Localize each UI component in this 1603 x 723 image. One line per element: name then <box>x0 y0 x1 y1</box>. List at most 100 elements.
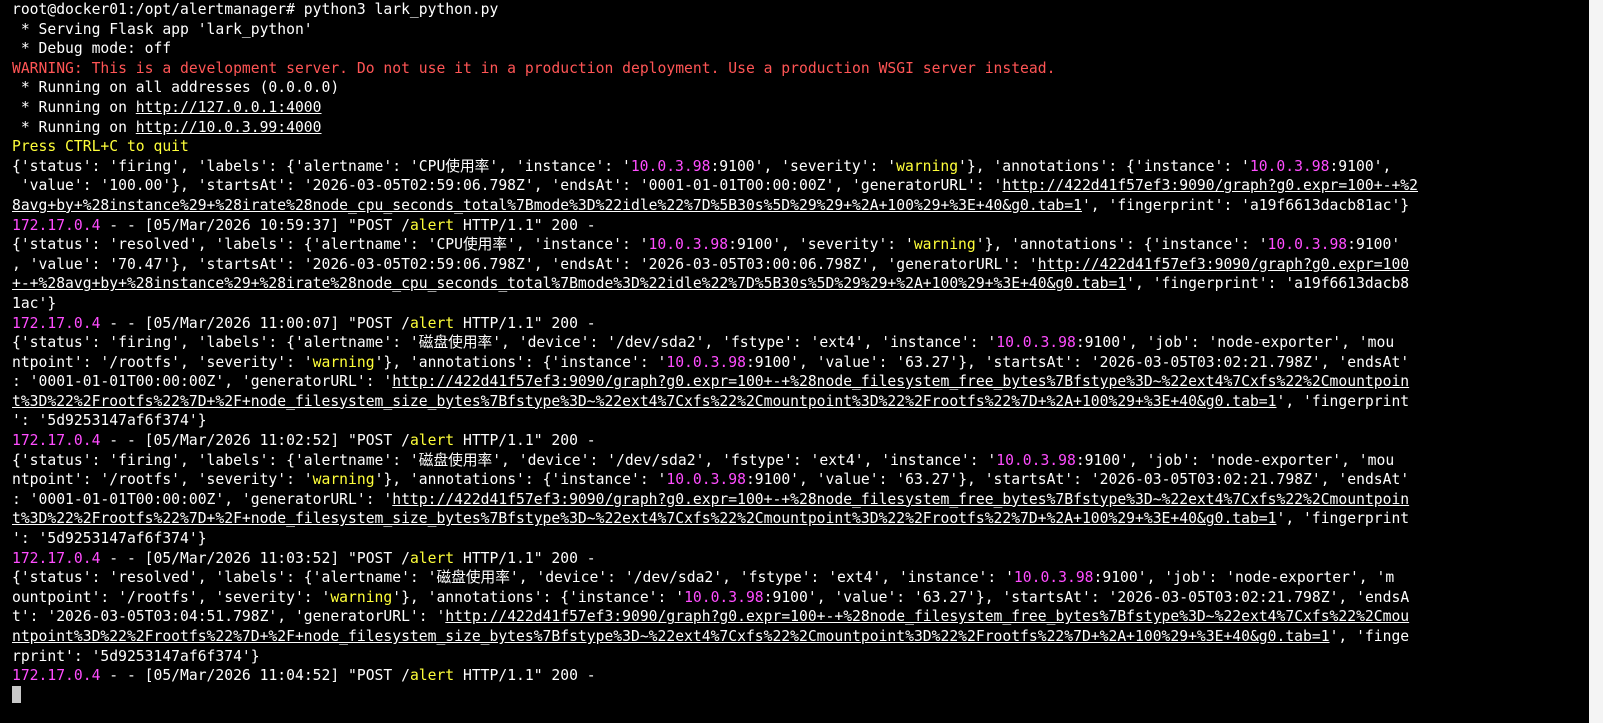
terminal-text: 10.0.3.98 <box>996 451 1076 469</box>
terminal-text: ntpoint': '/rootfs', 'severity': ' <box>12 353 313 371</box>
terminal-text: :9100', 'severity': ' <box>710 157 897 175</box>
terminal-text: HTTP/1.1" 200 - <box>454 549 596 567</box>
terminal-line: 172.17.0.4 - - [05/Mar/2026 11:04:52] "P… <box>12 666 1589 686</box>
terminal-text: HTTP/1.1" 200 - <box>454 432 596 450</box>
terminal-text: 172.17.0.4 <box>12 314 101 332</box>
terminal-link[interactable]: t%3D%22%2Frootfs%22%7D+%2F+node_filesyst… <box>12 393 1277 410</box>
terminal-text: ': '5d9253147af6f374'} <box>12 412 207 430</box>
terminal-text: Press CTRL+C to quit <box>12 138 189 156</box>
terminal-text: '}, 'annotations': {'instance': ' <box>975 236 1268 254</box>
terminal-text: - - [05/Mar/2026 11:03:52] "POST / <box>100 549 410 567</box>
terminal-text: alert <box>409 216 455 234</box>
terminal-link[interactable]: +-+%28avg+by+%28instance%29+%28irate%28n… <box>12 275 1126 292</box>
terminal-text: warning <box>330 588 393 606</box>
terminal-text: {'status': 'firing', 'labels': {'alertna… <box>12 451 997 469</box>
terminal-link[interactable]: http://422d41f57ef3:9090/graph?g0.expr=1… <box>445 608 1409 625</box>
terminal-text: warning <box>913 236 976 254</box>
terminal-text: 10.0.3.98 <box>630 157 711 175</box>
terminal-line: t%3D%22%2Frootfs%22%7D+%2F+node_filesyst… <box>12 392 1589 412</box>
terminal-text: ', 'fingerprint <box>1276 392 1410 410</box>
terminal-line: , 'value': '70.47'}, 'startsAt': '2026-0… <box>12 255 1589 275</box>
terminal-text: HTTP/1.1" 200 - <box>454 216 596 234</box>
terminal-line: * Running on all addresses (0.0.0.0) <box>12 78 1589 98</box>
terminal-line: WARNING: This is a development server. D… <box>12 59 1589 79</box>
terminal-text: * Debug mode: off <box>12 40 172 58</box>
terminal-window[interactable]: root@docker01:/opt/alertmanager# python3… <box>0 0 1603 723</box>
terminal-link[interactable]: t%3D%22%2Frootfs%22%7D+%2F+node_filesyst… <box>12 510 1277 527</box>
terminal-prompt-line[interactable] <box>12 685 1589 706</box>
terminal-text: :9100', 'value': '63.27'}, 'startsAt': '… <box>745 353 1410 371</box>
terminal-text: {'status': 'resolved', 'labels': {'alert… <box>12 236 649 254</box>
terminal-line: 172.17.0.4 - - [05/Mar/2026 11:03:52] "P… <box>12 549 1589 569</box>
terminal-text: :9100', 'value': '63.27'}, 'startsAt': '… <box>763 588 1410 606</box>
terminal-line: rprint': '5d9253147af6f374'} <box>12 647 1589 667</box>
terminal-text: :9100', <box>1329 157 1392 175</box>
terminal-line: ': '5d9253147af6f374'} <box>12 529 1589 549</box>
terminal-text: rprint': '5d9253147af6f374'} <box>12 647 260 665</box>
terminal-text: 10.0.3.98 <box>648 236 729 254</box>
terminal-line: t': '2026-03-05T03:04:51.798Z', 'generat… <box>12 607 1589 627</box>
terminal-text: warning <box>896 157 959 175</box>
terminal-text: - - [05/Mar/2026 11:00:07] "POST / <box>100 314 410 332</box>
terminal-line: {'status': 'resolved', 'labels': {'alert… <box>12 235 1589 255</box>
terminal-line: 8avg+by+%28instance%29+%28irate%28node_c… <box>12 196 1589 216</box>
terminal-line: t%3D%22%2Frootfs%22%7D+%2F+node_filesyst… <box>12 509 1589 529</box>
terminal-line: root@docker01:/opt/alertmanager# python3… <box>12 0 1589 20</box>
terminal-text: - - [05/Mar/2026 10:59:37] "POST / <box>100 216 410 234</box>
terminal-line: * Running on http://10.0.3.99:4000 <box>12 118 1589 138</box>
terminal-text: , 'value': '70.47'}, 'startsAt': '2026-0… <box>12 255 1038 273</box>
terminal-text: ntpoint': '/rootfs', 'severity': ' <box>12 471 313 489</box>
terminal-text: 1ac'} <box>12 294 57 312</box>
terminal-text: * Running on <box>12 98 136 116</box>
terminal-text: ': '5d9253147af6f374'} <box>12 530 207 548</box>
text-cursor <box>12 685 21 703</box>
terminal-link[interactable]: http://422d41f57ef3:9090/graph?g0.expr=1… <box>1002 177 1418 194</box>
terminal-text: alert <box>409 314 455 332</box>
terminal-line: ': '5d9253147af6f374'} <box>12 411 1589 431</box>
terminal-link[interactable]: http://422d41f57ef3:9090/graph?g0.expr=1… <box>392 373 1409 390</box>
terminal-text: :9100', 'job': 'node-exporter', 'm <box>1093 569 1395 587</box>
terminal-line: +-+%28avg+by+%28instance%29+%28irate%28n… <box>12 274 1589 294</box>
terminal-line: : '0001-01-01T00:00:00Z', 'generatorURL'… <box>12 372 1589 392</box>
terminal-text: '}, 'annotations': {'instance': ' <box>374 471 667 489</box>
terminal-text: 172.17.0.4 <box>12 549 101 567</box>
terminal-link[interactable]: http://422d41f57ef3:9090/graph?g0.expr=1… <box>1038 256 1409 273</box>
terminal-line: {'status': 'firing', 'labels': {'alertna… <box>12 333 1589 353</box>
terminal-text: :9100', 'job': 'node-exporter', 'mou <box>1075 334 1395 352</box>
terminal-text: :9100' <box>1347 236 1401 254</box>
terminal-link[interactable]: 8avg+by+%28instance%29+%28irate%28node_c… <box>12 197 1082 214</box>
terminal-link[interactable]: http://10.0.3.99:4000 <box>136 119 322 136</box>
terminal-text: :9100', 'severity': ' <box>728 236 914 254</box>
terminal-text: WARNING: This is a development server. D… <box>12 59 1056 77</box>
terminal-text: warning <box>312 471 375 489</box>
terminal-line: * Running on http://127.0.0.1:4000 <box>12 98 1589 118</box>
terminal-link[interactable]: http://127.0.0.1:4000 <box>136 99 322 116</box>
terminal-text: 172.17.0.4 <box>12 216 101 234</box>
terminal-text: - - [05/Mar/2026 11:04:52] "POST / <box>100 667 410 685</box>
terminal-line: 172.17.0.4 - - [05/Mar/2026 11:00:07] "P… <box>12 314 1589 334</box>
terminal-text: * Running on all addresses (0.0.0.0) <box>12 79 340 97</box>
terminal-line: : '0001-01-01T00:00:00Z', 'generatorURL'… <box>12 490 1589 510</box>
terminal-text: alert <box>409 549 455 567</box>
terminal-text: : '0001-01-01T00:00:00Z', 'generatorURL'… <box>12 490 393 508</box>
terminal-text: * Running on <box>12 118 136 136</box>
terminal-line: ntpoint%3D%22%2Frootfs%22%7D+%2F+node_fi… <box>12 627 1589 647</box>
terminal-text: HTTP/1.1" 200 - <box>454 314 596 332</box>
terminal-text: - - [05/Mar/2026 11:02:52] "POST / <box>100 432 410 450</box>
terminal-text: alert <box>409 667 455 685</box>
terminal-text: {'status': 'resolved', 'labels': {'alert… <box>12 569 1014 587</box>
terminal-text: alert <box>409 432 455 450</box>
terminal-text: '}, 'annotations': {'instance': ' <box>958 157 1250 175</box>
terminal-text: ', 'fingerprint': 'a19f6613dacb8 <box>1126 275 1410 293</box>
terminal-line: * Debug mode: off <box>12 39 1589 59</box>
terminal-text: ', 'fingerprint <box>1276 510 1410 528</box>
terminal-link[interactable]: ntpoint%3D%22%2Frootfs%22%7D+%2F+node_fi… <box>12 628 1330 645</box>
terminal-text: ountpoint': '/rootfs', 'severity': ' <box>12 588 331 606</box>
terminal-text: {'status': 'firing', 'labels': {'alertna… <box>12 157 631 175</box>
terminal-text: '}, 'annotations': {'instance': ' <box>374 353 667 371</box>
terminal-line: {'status': 'resolved', 'labels': {'alert… <box>12 568 1589 588</box>
terminal-line: {'status': 'firing', 'labels': {'alertna… <box>12 157 1589 177</box>
terminal-text: :9100', 'value': '63.27'}, 'startsAt': '… <box>745 471 1410 489</box>
terminal-text: : '0001-01-01T00:00:00Z', 'generatorURL'… <box>12 373 393 391</box>
terminal-link[interactable]: http://422d41f57ef3:9090/graph?g0.expr=1… <box>392 491 1409 508</box>
